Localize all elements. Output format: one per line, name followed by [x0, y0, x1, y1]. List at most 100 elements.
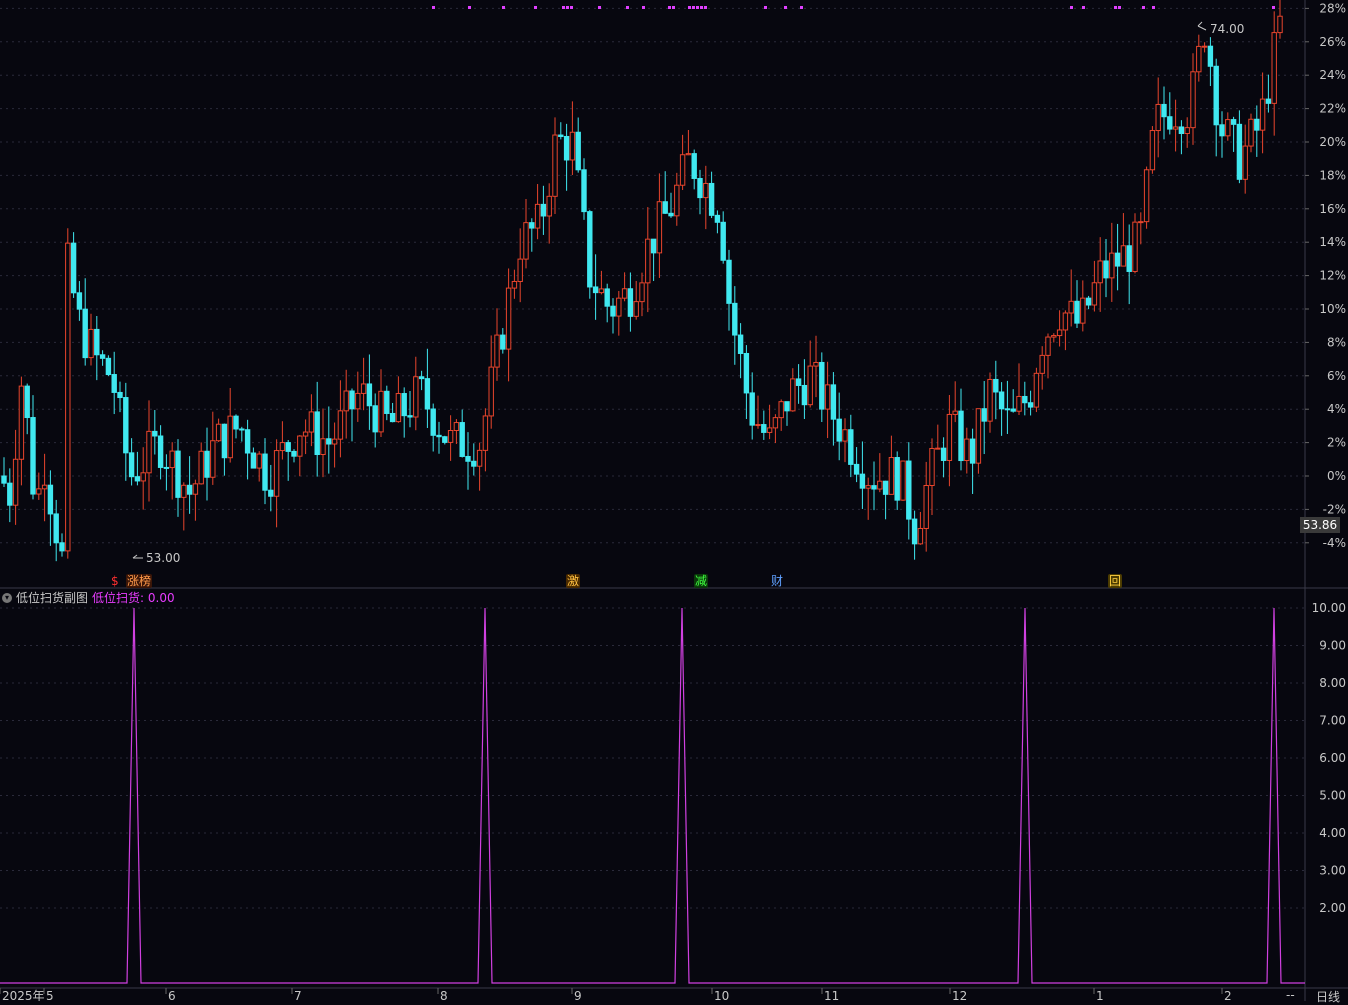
candle-body [523, 222, 529, 260]
time-axis-label: 5 [46, 989, 54, 1001]
period-selector[interactable]: 日线 [1316, 988, 1340, 1005]
candle-body [935, 447, 941, 450]
candle-body [186, 484, 193, 495]
candle-body [395, 393, 402, 423]
candle-body [18, 385, 25, 460]
candle-body [1207, 45, 1214, 67]
candle-body [1085, 297, 1092, 306]
time-axis-label: 2025年 [2, 989, 45, 1001]
axis-tick-label: 22% [1319, 102, 1346, 116]
candle-body [1109, 252, 1115, 279]
signal-dot [534, 6, 537, 9]
candle-body [7, 482, 13, 506]
candle-body [552, 134, 558, 197]
signal-marker[interactable]: 减 [694, 574, 709, 588]
candle-body [268, 489, 274, 497]
candle-body [679, 154, 686, 186]
candle-body [952, 410, 958, 415]
signal-dot [692, 6, 695, 9]
signal-marker[interactable]: 激 [566, 574, 581, 588]
axis-tick-label: 8% [1327, 335, 1346, 349]
candle-body [1103, 260, 1109, 279]
candle-body [900, 460, 906, 501]
candle-body [88, 328, 94, 359]
candle-body [297, 435, 303, 457]
candle-body [384, 390, 390, 414]
axis-tick-label: 18% [1319, 168, 1346, 182]
candle-body [621, 288, 628, 299]
candle-body [737, 334, 744, 354]
candle-body [94, 328, 100, 356]
candle-body [691, 153, 697, 179]
candle-body [436, 434, 442, 438]
candle-body [389, 412, 396, 423]
candle-body [273, 450, 280, 497]
high-price-marker: 74.00 [1210, 22, 1244, 36]
candle-body [308, 411, 315, 433]
signal-marker[interactable]: $ [110, 574, 120, 588]
candle-body [795, 378, 802, 386]
low-price-marker: 53.00 [146, 551, 180, 565]
sub-axis-tick-label: 4.00 [1319, 826, 1346, 840]
candle-body [505, 287, 512, 350]
candle-body [117, 391, 123, 399]
candle-body [946, 413, 953, 461]
candle-body [993, 378, 999, 393]
candle-body [546, 195, 552, 217]
collapse-icon[interactable]: ▾ [2, 592, 12, 603]
candle-body [813, 361, 819, 367]
scroll-control[interactable]: -- [1286, 988, 1295, 1002]
candle-body [1184, 127, 1190, 135]
candle-body [1143, 169, 1150, 223]
low-pointer-icon [132, 554, 143, 559]
candle-body [30, 417, 36, 495]
chart-canvas[interactable]: 32%30%28%26%24%22%20%18%16%14%12%10%8%6%… [0, 0, 1348, 1001]
sub-panel-title[interactable]: 低位扫货副图 [16, 589, 88, 606]
candle-body [616, 297, 622, 317]
signal-marker[interactable]: 涨榜 [126, 574, 153, 588]
candle-body [598, 288, 605, 294]
candle-body [772, 417, 779, 429]
signal-dot [688, 6, 691, 9]
sub-axis-tick-label: 2.00 [1319, 901, 1346, 915]
candle-body [877, 480, 883, 490]
candle-body [592, 286, 599, 294]
candle-body [482, 415, 489, 451]
signal-marker[interactable]: 财 [770, 574, 784, 588]
candle-body [668, 212, 674, 217]
sub-axis-tick-label: 3.00 [1319, 864, 1346, 878]
candle-body [1, 475, 7, 484]
candle-body [587, 211, 593, 288]
signal-dot [502, 6, 505, 9]
candle-body [842, 429, 848, 442]
candle-body [1178, 126, 1185, 135]
candle-body [610, 305, 616, 317]
candle-body [1149, 130, 1156, 171]
candle-body [163, 466, 170, 469]
candle-body [447, 429, 454, 443]
sub-axis-tick-label: 5.00 [1319, 789, 1346, 803]
signal-dot [432, 6, 435, 9]
candle-body [726, 259, 732, 304]
time-axis-label: 1 [1096, 989, 1104, 1001]
candle-body [465, 455, 471, 462]
candle-body [442, 436, 448, 443]
candle-body [1097, 260, 1103, 284]
candle-body [47, 484, 54, 515]
time-axis-label: 10 [714, 989, 729, 1001]
candle-body [563, 135, 570, 161]
sub-axis-tick-label: 10.00 [1312, 601, 1346, 615]
candle-body [871, 485, 877, 490]
time-axis-label: 2 [1224, 989, 1232, 1001]
candle-body [366, 383, 373, 407]
signal-marker[interactable]: 回 [1108, 574, 1123, 588]
candle-body [430, 408, 436, 436]
candle-body [1068, 300, 1074, 314]
candle-body [865, 485, 871, 489]
candle-body [1126, 245, 1132, 272]
candle-body [111, 374, 117, 393]
candle-body [969, 438, 976, 464]
candle-body [830, 384, 837, 420]
signal-dot [1142, 6, 1145, 9]
candle-body [488, 366, 494, 417]
